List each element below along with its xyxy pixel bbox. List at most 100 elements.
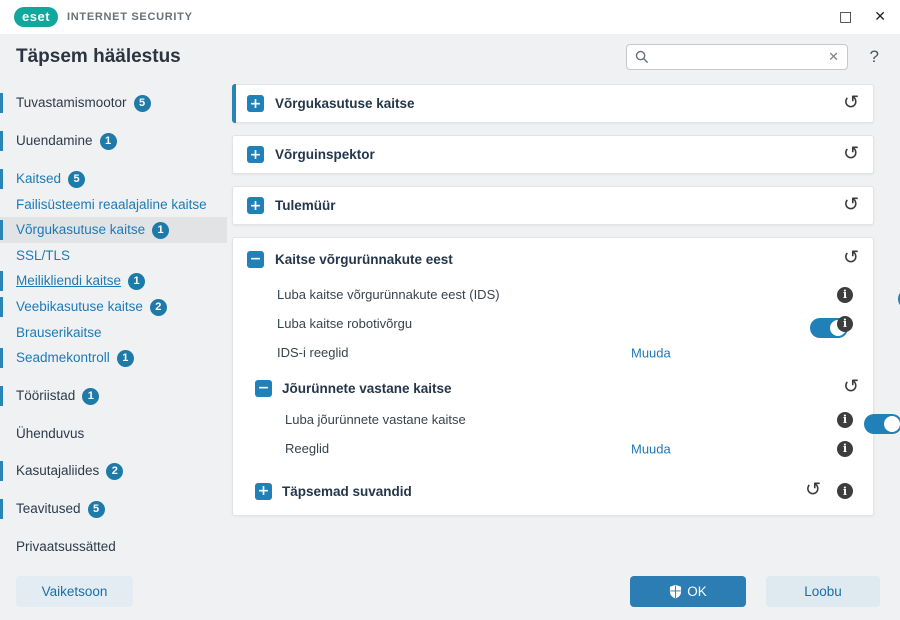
expand-icon[interactable]: + [247, 146, 264, 163]
sidebar-item-label: Veebikasutuse kaitse [16, 299, 143, 314]
setting-label: IDS-i reeglid [277, 345, 349, 360]
expand-icon[interactable]: + [247, 95, 264, 112]
info-icon[interactable]: i [837, 286, 853, 303]
setting-row-reeglid: Reeglid Muuda i [233, 434, 873, 463]
section-vorgukasutuse-kaitse: + Võrgukasutuse kaitse ↺ [232, 84, 874, 123]
section-title: Võrguinspektor [275, 147, 375, 162]
revert-icon[interactable]: ↺ [843, 93, 859, 112]
setting-row-ids: Luba kaitse võrgurünnakute eest (IDS) i [233, 280, 900, 309]
search-input[interactable] [655, 49, 823, 65]
sidebar-item-brauserikaitse[interactable]: Brauserikaitse [0, 320, 227, 345]
badge: 2 [149, 299, 167, 316]
info-icon[interactable]: i [837, 440, 853, 457]
cancel-button[interactable]: Loobu [766, 576, 880, 607]
sidebar-item-label: Uuendamine [16, 133, 93, 148]
default-zone-button[interactable]: Vaiketsoon [16, 576, 133, 607]
eset-advanced-setup-window: eset INTERNET SECURITY □ ✕ Täpsem hääles… [0, 0, 900, 620]
sidebar-item-teavitused[interactable]: Teavitused 5 [0, 496, 227, 522]
clear-search-icon[interactable]: ✕ [828, 51, 839, 64]
titlebar: eset INTERNET SECURITY □ ✕ [0, 0, 900, 34]
info-icon[interactable]: i [837, 315, 853, 332]
badge: 2 [106, 463, 124, 480]
sidebar-item-failisusteemi-reaalajaline-kaitse[interactable]: Failisüsteemi reaalajaline kaitse [0, 192, 227, 217]
badge: 5 [68, 171, 86, 188]
sidebar-item-seadmekontroll[interactable]: Seadmekontroll 1 [0, 345, 227, 371]
section-title: Kaitse võrgurünnakute eest [275, 251, 453, 267]
subsection-title: Jõurünnete vastane kaitse [282, 380, 452, 396]
section-vorguinspektor: + Võrguinspektor ↺ [232, 135, 874, 174]
sidebar-item-vorgukasutuse-kaitse[interactable]: Võrgukasutuse kaitse 1 [0, 217, 227, 243]
search-box: ✕ [626, 44, 848, 70]
expand-icon[interactable]: + [255, 482, 272, 500]
sidebar-item-label: Meilikliendi kaitse [16, 273, 122, 288]
page-title: Täpsem häälestus [16, 46, 181, 67]
setting-row-botnet: Luba kaitse robotivõrgu i [233, 309, 873, 338]
setting-row-ids-reeglid: IDS-i reeglid Muuda [233, 338, 873, 367]
sidebar-item-meilikliendi-kaitse[interactable]: Meilikliendi kaitse 1 [0, 268, 227, 294]
maximize-icon[interactable]: □ [839, 10, 852, 24]
window-controls: □ ✕ [839, 10, 886, 24]
section-tulemuur: + Tulemüür ↺ [232, 186, 874, 225]
collapse-icon[interactable]: − [255, 379, 272, 397]
sidebar-item-label: Brauserikaitse [16, 325, 102, 340]
ok-button-label: OK [687, 584, 707, 599]
sidebar-item-veebikasutuse-kaitse[interactable]: Veebikasutuse kaitse 2 [0, 294, 227, 320]
sidebar-item-uhenduvus[interactable]: Ühenduvus [0, 421, 227, 446]
settings-panel: + Võrgukasutuse kaitse ↺ + Võrguinspekto… [232, 84, 900, 528]
badge: 1 [152, 222, 170, 239]
setting-label: Luba kaitse robotivõrgu [277, 316, 413, 331]
badge: 1 [128, 273, 146, 290]
revert-icon[interactable]: ↺ [843, 195, 859, 214]
sidebar-item-label: Kaitsed [16, 171, 62, 186]
sidebar-item-kaitsed[interactable]: Kaitsed 5 [0, 166, 227, 192]
sidebar-item-ssl-tls[interactable]: SSL/TLS [0, 243, 227, 268]
header: Täpsem häälestus ✕ ? [0, 34, 900, 84]
sidebar-item-label: SSL/TLS [16, 248, 71, 263]
setting-label: Luba kaitse võrgurünnakute eest (IDS) [277, 287, 500, 302]
info-icon[interactable]: i [837, 483, 853, 499]
sidebar-item-label: Failisüsteemi reaalajaline kaitse [16, 197, 207, 212]
sidebar-item-label: Tuvastamismootor [16, 95, 127, 110]
sidebar-item-label: Privaatsussätted [16, 539, 116, 554]
toggle-on[interactable] [863, 414, 900, 434]
sidebar-item-label: Tööriistad [16, 388, 76, 403]
badge: 1 [82, 388, 100, 405]
revert-icon[interactable]: ↺ [843, 144, 859, 163]
section-header[interactable]: + Tulemüür ↺ [233, 187, 873, 224]
sidebar-item-tuvastamismootor[interactable]: Tuvastamismootor 5 [0, 90, 227, 116]
collapse-icon[interactable]: − [247, 250, 264, 268]
card-bottom-padding [233, 507, 873, 515]
sidebar-item-privaatsussatted[interactable]: Privaatsussätted [0, 534, 227, 559]
sidebar-item-uuendamine[interactable]: Uuendamine 1 [0, 128, 227, 154]
section-header[interactable]: + Võrgukasutuse kaitse ↺ [233, 85, 873, 122]
subsection-jourunnete-vastane-kaitse[interactable]: − Jõurünnete vastane kaitse ↺ [233, 371, 873, 405]
badge: 5 [133, 95, 151, 112]
section-kaitse-vorgurunnakute-eest: − Kaitse võrgurünnakute eest ↺ Luba kait… [232, 237, 900, 516]
badge: 5 [87, 501, 105, 518]
section-title: Tulemüür [275, 198, 336, 213]
close-icon[interactable]: ✕ [874, 10, 886, 24]
section-header[interactable]: − Kaitse võrgurünnakute eest ↺ [233, 238, 873, 280]
brand-name: INTERNET SECURITY [67, 11, 193, 23]
setting-label: Reeglid [285, 441, 330, 456]
sidebar-item-label: Seadmekontroll [16, 350, 110, 365]
help-icon[interactable]: ? [870, 47, 879, 67]
ok-button[interactable]: OK [630, 576, 746, 607]
revert-icon[interactable]: ↺ [805, 480, 821, 500]
muuda-link[interactable]: Muuda [631, 345, 671, 360]
sidebar-item-label: Võrgukasutuse kaitse [16, 222, 146, 237]
subsection-tapsemad-suvandid[interactable]: + Täpsemad suvandid ↺ i [233, 475, 873, 507]
sidebar-item-kasutajaliides[interactable]: Kasutajaliides 2 [0, 458, 227, 484]
muuda-link[interactable]: Muuda [631, 441, 671, 456]
expand-icon[interactable]: + [247, 197, 264, 214]
eset-logo: eset [14, 7, 59, 27]
revert-icon[interactable]: ↺ [843, 248, 859, 268]
sidebar-item-tooriistad[interactable]: Tööriistad 1 [0, 383, 227, 409]
revert-icon[interactable]: ↺ [843, 377, 859, 397]
sidebar-item-label: Kasutajaliides [16, 463, 100, 478]
sidebar-item-label: Teavitused [16, 501, 81, 516]
cancel-button-label: Loobu [804, 584, 842, 599]
info-icon[interactable]: i [837, 411, 853, 428]
section-header[interactable]: + Võrguinspektor ↺ [233, 136, 873, 173]
subsection-title: Täpsemad suvandid [282, 483, 412, 499]
